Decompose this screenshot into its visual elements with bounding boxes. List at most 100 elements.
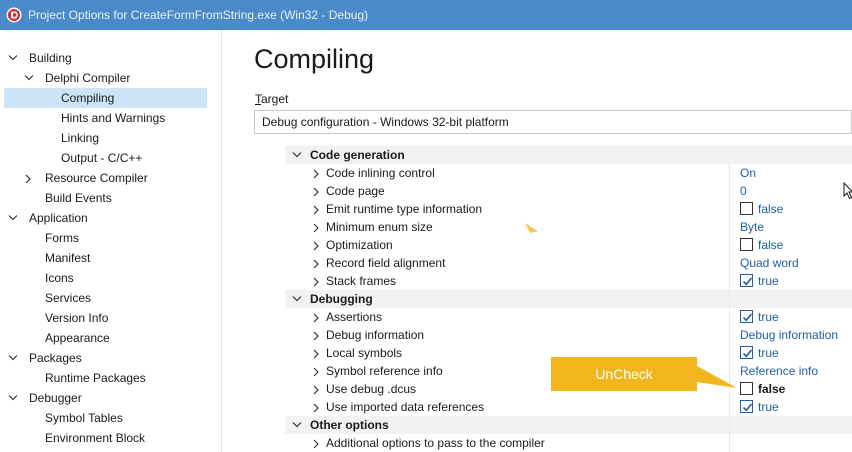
checkbox-checked[interactable]	[740, 346, 753, 359]
mouse-pointer-icon	[843, 182, 852, 200]
cursor-marker-icon	[525, 223, 538, 233]
tree-item-label: Icons	[45, 271, 74, 285]
group-code-generation[interactable]: Code generation	[285, 146, 852, 164]
property-optimization[interactable]: Optimization false	[285, 236, 852, 254]
window-title: Project Options for CreateFormFromString…	[28, 8, 369, 22]
chevron-right-icon[interactable]	[310, 434, 324, 452]
property-name: Stack frames	[326, 274, 397, 288]
property-value[interactable]: Quad word	[740, 254, 799, 272]
group-label: Debugging	[310, 292, 373, 306]
checkbox-unchecked[interactable]	[740, 382, 753, 395]
tree-item-label: Delphi Compiler	[45, 71, 131, 85]
tree-item-build-events[interactable]: Build Events	[4, 188, 207, 208]
tree-item-delphi-compiler[interactable]: Delphi Compiler	[4, 68, 207, 88]
property-additional-options-to-pass-to-the-compiler[interactable]: Additional options to pass to the compil…	[285, 434, 852, 452]
tree-item-label: Debugger	[29, 391, 82, 405]
chevron-down-icon[interactable]	[6, 48, 20, 68]
tree-item-appearance[interactable]: Appearance	[4, 328, 207, 348]
tree-item-environment-block[interactable]: Environment Block	[4, 428, 207, 448]
tree-item-manifest[interactable]: Manifest	[4, 248, 207, 268]
property-name: Assertions	[326, 310, 383, 324]
chevron-down-icon[interactable]	[6, 208, 20, 228]
tree-item-runtime-packages[interactable]: Runtime Packages	[4, 368, 207, 388]
property-value: true	[758, 310, 779, 324]
property-code-inlining-control[interactable]: Code inlining control On	[285, 164, 852, 182]
title-bar: Project Options for CreateFormFromString…	[0, 0, 852, 30]
tree-item-label: Hints and Warnings	[61, 111, 166, 125]
chevron-right-icon[interactable]	[310, 344, 324, 362]
property-value[interactable]: Reference info	[740, 362, 818, 380]
chevron-right-icon[interactable]	[310, 272, 324, 290]
chevron-right-icon[interactable]	[310, 218, 324, 236]
property-debug-information[interactable]: Debug information Debug information	[285, 326, 852, 344]
tree-item-forms[interactable]: Forms	[4, 228, 207, 248]
chevron-right-icon[interactable]	[22, 168, 36, 188]
property-value[interactable]: Byte	[740, 218, 764, 236]
tree-item-application[interactable]: Application	[4, 208, 207, 228]
tree-item-building[interactable]: Building	[4, 48, 207, 68]
chevron-right-icon[interactable]	[310, 164, 324, 182]
property-minimum-enum-size[interactable]: Minimum enum size Byte	[285, 218, 852, 236]
property-code-page[interactable]: Code page 0	[285, 182, 852, 200]
property-name: Emit runtime type information	[326, 202, 483, 216]
property-stack-frames[interactable]: Stack frames true	[285, 272, 852, 290]
property-value[interactable]: On	[740, 164, 756, 182]
target-label-rest: arget	[261, 92, 289, 106]
tree-item-packages[interactable]: Packages	[4, 348, 207, 368]
tree-item-linking[interactable]: Linking	[4, 128, 207, 148]
tree-item-hints-and-warnings[interactable]: Hints and Warnings	[4, 108, 207, 128]
tree-item-output-c-c[interactable]: Output - C/C++	[4, 148, 207, 168]
checkbox-checked[interactable]	[740, 274, 753, 287]
chevron-down-icon[interactable]	[22, 68, 36, 88]
tree-item-label: Build Events	[45, 191, 112, 205]
tree-item-label: Version Info	[45, 311, 109, 325]
chevron-right-icon[interactable]	[310, 362, 324, 380]
property-value: false	[758, 238, 784, 252]
pane-divider[interactable]	[221, 30, 222, 452]
chevron-right-icon[interactable]	[310, 326, 324, 344]
property-use-imported-data-references[interactable]: Use imported data references true	[285, 398, 852, 416]
tree-item-services[interactable]: Services	[4, 288, 207, 308]
chevron-down-icon[interactable]	[6, 348, 20, 368]
property-value: true	[758, 400, 779, 414]
tree-item-label: Compiling	[61, 91, 115, 105]
chevron-right-icon[interactable]	[310, 380, 324, 398]
checkbox-unchecked[interactable]	[740, 238, 753, 251]
uncheck-callout: UnCheck	[551, 357, 697, 391]
tree-item-icons[interactable]: Icons	[4, 268, 207, 288]
property-record-field-alignment[interactable]: Record field alignment Quad word	[285, 254, 852, 272]
chevron-right-icon[interactable]	[310, 236, 324, 254]
tree-item-symbol-tables[interactable]: Symbol Tables	[4, 408, 207, 428]
tree-item-label: Manifest	[45, 251, 91, 265]
tree-item-compiling[interactable]: Compiling	[4, 88, 207, 108]
tree-item-debugger[interactable]: Debugger	[4, 388, 207, 408]
tree-item-resource-compiler[interactable]: Resource Compiler	[4, 168, 207, 188]
chevron-right-icon[interactable]	[310, 200, 324, 218]
property-assertions[interactable]: Assertions true	[285, 308, 852, 326]
property-name: Code page	[326, 184, 385, 198]
property-name: Minimum enum size	[326, 220, 433, 234]
chevron-down-icon[interactable]	[290, 416, 304, 434]
group-other-options[interactable]: Other options	[285, 416, 852, 434]
target-combobox[interactable]: Debug configuration - Windows 32-bit pla…	[254, 110, 852, 134]
chevron-down-icon[interactable]	[290, 146, 304, 164]
tree-item-version-info[interactable]: Version Info	[4, 308, 207, 328]
tree-item-label: Forms	[45, 231, 79, 245]
tree-item-label: Linking	[61, 131, 100, 145]
checkbox-checked[interactable]	[740, 310, 753, 323]
chevron-right-icon[interactable]	[310, 182, 324, 200]
chevron-down-icon[interactable]	[6, 388, 20, 408]
property-value[interactable]: 0	[740, 182, 747, 200]
chevron-down-icon[interactable]	[290, 290, 304, 308]
options-tree: Building Delphi Compiler Compiling Hints an…	[0, 30, 220, 452]
property-value: true	[758, 274, 779, 288]
chevron-right-icon[interactable]	[310, 254, 324, 272]
property-value[interactable]: Debug information	[740, 326, 838, 344]
chevron-right-icon[interactable]	[310, 308, 324, 326]
group-debugging[interactable]: Debugging	[285, 290, 852, 308]
property-emit-runtime-type-information[interactable]: Emit runtime type information false	[285, 200, 852, 218]
chevron-right-icon[interactable]	[310, 398, 324, 416]
checkbox-checked[interactable]	[740, 400, 753, 413]
property-name: Record field alignment	[326, 256, 446, 270]
checkbox-unchecked[interactable]	[740, 202, 753, 215]
